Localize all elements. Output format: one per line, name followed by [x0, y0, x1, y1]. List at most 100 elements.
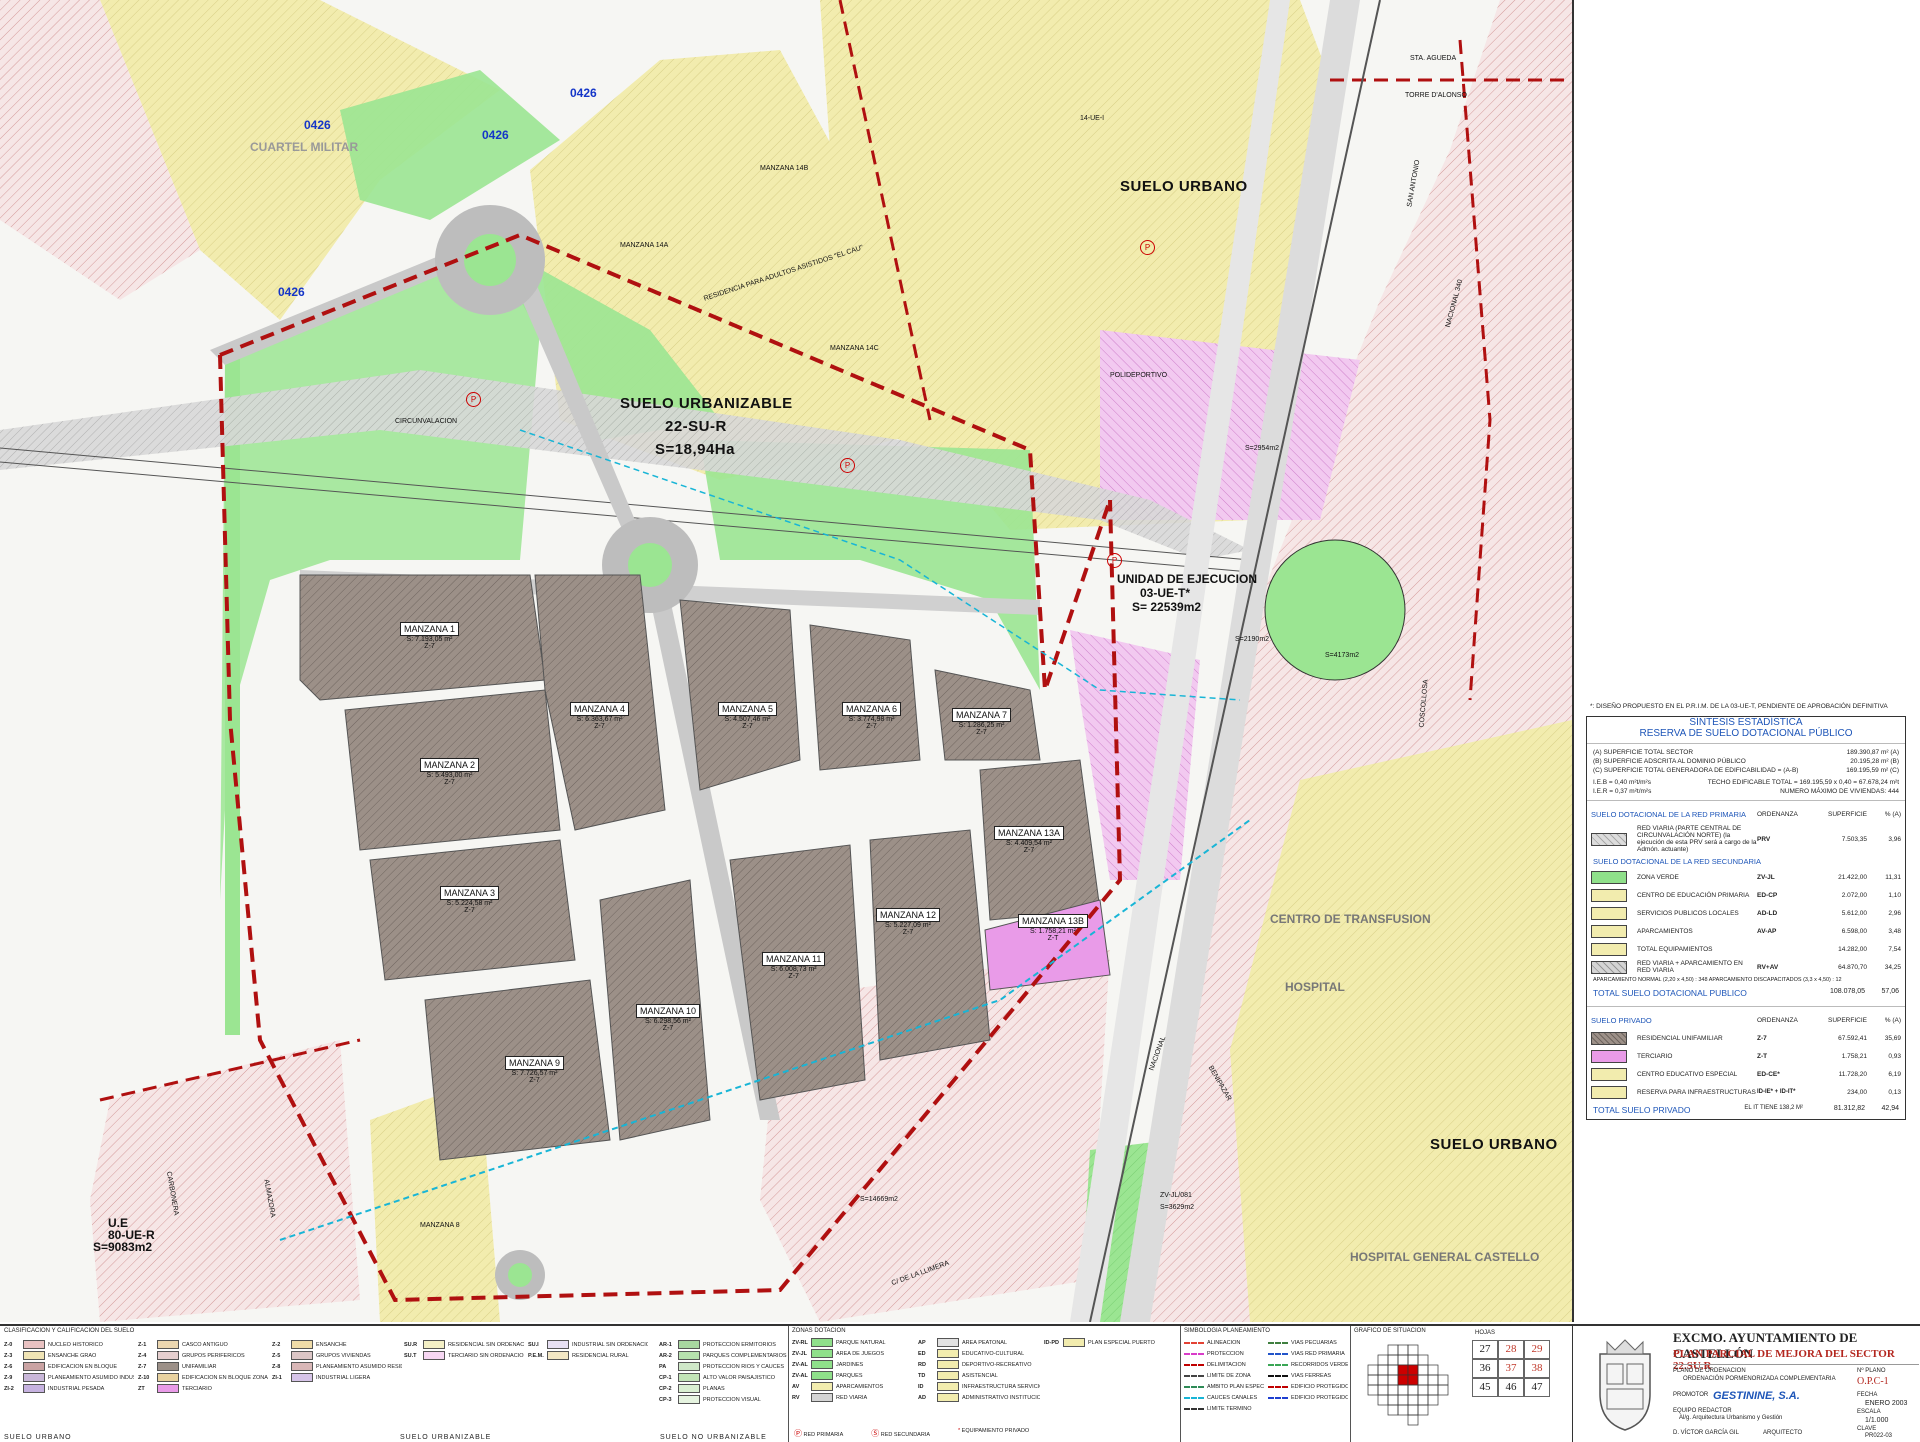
total-public-row: TOTAL SUELO DOTACIONAL PUBLICO 108.078,0… — [1587, 984, 1905, 1002]
row-code: RV+AV — [1757, 963, 1779, 971]
legend-code: AD — [918, 1394, 926, 1401]
manzana-10[interactable]: MANZANA 10 S: 6.298,56 m² Z-7 — [636, 1004, 701, 1032]
manzana-9[interactable]: MANZANA 9 S: 7.726,57 m² Z-7 — [505, 1056, 565, 1084]
manzana-11[interactable]: MANZANA 11 S: 6.008,73 m² Z-7 — [762, 952, 826, 980]
hoja-cell[interactable]: 47 — [1524, 1378, 1550, 1397]
equipo-value: Al/g. Arquitectura Urbanismo y Gestión — [1679, 1415, 1783, 1421]
row-value: 1.758,21 — [1841, 1052, 1867, 1060]
manzana-13a-zone: Z-7 — [1023, 847, 1035, 854]
legend-swatch — [811, 1393, 833, 1402]
row-pct: 34,25 — [1884, 963, 1901, 971]
manzana-7[interactable]: MANZANA 7 S: 1.286,25 m² Z-7 — [952, 708, 1012, 736]
manzana-4-area: S: 6.363,67 m² — [576, 716, 623, 723]
legend-swatch — [157, 1340, 179, 1349]
swatch-servicios — [1591, 906, 1627, 920]
label-manzana-14a: MANZANA 14A — [620, 242, 669, 249]
legend-code: ZI-2 — [4, 1385, 14, 1392]
manzana-13a[interactable]: MANZANA 13A S: 4.409,54 m² Z-7 — [994, 826, 1065, 854]
label-sector-area: S=18,94Ha — [655, 441, 735, 458]
legend-code: AP — [918, 1339, 926, 1346]
row-value: 11.728,20 — [1838, 1070, 1867, 1078]
summary-value: 189.390,87 m² (A) — [1846, 749, 1899, 756]
legend-label: EDIFICACION EN BLOQUE ZONA TURISTICA — [182, 1374, 268, 1381]
manzana-13b-zone: Z-T — [1047, 935, 1059, 942]
protected-building-code[interactable]: 0426 — [278, 285, 305, 299]
manzana-1[interactable]: MANZANA 1 S: 7.193,05 m² Z-7 — [400, 622, 460, 650]
label-hospital: HOSPITAL — [1285, 980, 1345, 994]
legend-swatch — [937, 1371, 959, 1380]
legend-label: LIMITE DE ZONA — [1207, 1372, 1251, 1379]
legend-code: ZI-1 — [272, 1374, 282, 1381]
escala-label: ESCALA — [1857, 1409, 1881, 1415]
protected-building-code[interactable]: 0426 — [304, 118, 331, 132]
summary-row: (C) SUPERFICIE TOTAL GENERADORA DE EDIFI… — [1587, 766, 1905, 775]
manzana-3[interactable]: MANZANA 3 S: 5.224,58 m² Z-7 — [440, 886, 500, 914]
legend-cell: Z-6 EDIFICACION EN BLOQUE — [4, 1362, 134, 1371]
manzana-13b[interactable]: MANZANA 13B S: 1.758,21 m² Z-T — [1018, 914, 1089, 942]
manzana-2-area: S: 5.493,00 m² — [426, 772, 473, 779]
legend-cell: AD ADMINISTRATIVO INSTITUCIONAL — [918, 1393, 1040, 1402]
manzana-10-name: MANZANA 10 — [636, 1004, 701, 1018]
legend-label: PARQUE NATURAL — [836, 1339, 886, 1346]
label-cuartel-militar: CUARTEL MILITAR — [250, 140, 359, 154]
secondary-header: SUELO DOTACIONAL DE LA RED SECUNDARIA — [1593, 857, 1761, 866]
summary-label: (A) SUPERFICIE TOTAL SECTOR — [1593, 749, 1694, 756]
total-private-value: 81.312,82 — [1833, 1105, 1865, 1112]
plan-map[interactable]: SUELO URBANO SUELO URBANIZABLE 22-SU-R S… — [0, 0, 1574, 1322]
protected-building-code[interactable]: 0426 — [570, 86, 597, 100]
protected-building-code[interactable]: 0426 — [482, 128, 509, 142]
legend-label: AREA PEATONAL — [962, 1339, 1008, 1346]
private-header: SUELO PRIVADO — [1591, 1015, 1652, 1025]
label-sta-agueda: STA. AGUEDA — [1410, 55, 1457, 62]
total-private-row: TOTAL SUELO PRIVADO EL IT TIENE 138,2 M²… — [1587, 1101, 1905, 1119]
situation-legend: GRAFICO DE SITUACION HOJAS 27 28 29 36 37 38 4… — [1350, 1326, 1573, 1442]
urbanizable-legend-grid: SU.R RESIDENCIAL SIN ORDENACION PORMENORI… — [400, 1338, 652, 1362]
manzana-5[interactable]: MANZANA 5 S: 4.507,46 m² Z-7 — [718, 702, 778, 730]
manzana-9-area: S: 7.726,57 m² — [511, 1070, 558, 1077]
legend-cell: EDIFICIO PROTEGIDO - C.S.D.C. — [1268, 1393, 1348, 1402]
legend-cell: ALINEACION — [1184, 1338, 1264, 1347]
hoja-cell[interactable]: 37 — [1498, 1359, 1524, 1378]
legend-label: VIAS RED PRIMARIA — [1291, 1350, 1345, 1357]
hoja-cell[interactable]: 38 — [1524, 1359, 1550, 1378]
legend-code: AV — [792, 1383, 800, 1390]
manzana-2[interactable]: MANZANA 2 S: 5.493,00 m² Z-7 — [420, 758, 480, 786]
row-value: 234,00 — [1847, 1088, 1867, 1096]
hoja-cell[interactable]: 46 — [1498, 1378, 1524, 1397]
hoja-cell[interactable]: 28 — [1498, 1340, 1524, 1359]
legend-swatch — [291, 1373, 313, 1382]
legend-swatch — [547, 1340, 569, 1349]
legend-label: INDUSTRIAL PESADA — [48, 1385, 105, 1392]
synthesis-table: SÍNTESIS ESTADÍSTICA RESERVA DE SUELO DO… — [1586, 716, 1906, 1120]
legend-label: JARDINES — [836, 1361, 864, 1368]
row-code: ID-IE* + ID-IT* — [1757, 1089, 1796, 1095]
legend-swatch — [547, 1351, 569, 1360]
clave-label: CLAVE — [1857, 1426, 1877, 1432]
bottom-legend: CLASIFICACION Y CALIFICACION DEL SUELO Z… — [0, 1324, 1920, 1442]
hoja-cell[interactable]: 36 — [1472, 1359, 1498, 1378]
label-manzana-14c: MANZANA 14C — [830, 345, 879, 352]
legend-cell: TD ASISTENCIAL — [918, 1371, 1040, 1380]
index-value: TECHO EDIFICABLE TOTAL = 169.195,59 x 0,… — [1707, 779, 1899, 786]
manzana-12[interactable]: MANZANA 12 S: 5.227,09 m² Z-7 — [876, 908, 941, 936]
label-suelo-urbano-south: SUELO URBANO — [1430, 1136, 1558, 1153]
hoja-cell[interactable]: 27 — [1472, 1340, 1498, 1359]
map-drawing — [0, 0, 1572, 1322]
manzana-4[interactable]: MANZANA 4 S: 6.363,67 m² Z-7 — [570, 702, 630, 730]
label-area-roundabout: S=4173m2 — [1325, 652, 1360, 659]
manzana-6[interactable]: MANZANA 6 S: 3.774,98 m² Z-7 — [842, 702, 902, 730]
legend-label: GRUPOS VIVIENDAS — [316, 1352, 371, 1359]
legend-swatch — [678, 1351, 700, 1360]
legend-row: TERCIARIO Z-T 1.758,21 0,93 — [1587, 1047, 1905, 1065]
swatch-red-viaria — [1591, 832, 1627, 846]
hoja-cell[interactable]: 29 — [1524, 1340, 1550, 1359]
hoja-cell[interactable]: 45 — [1472, 1378, 1498, 1397]
plano-label: PLANO DE ORDENACION — [1673, 1368, 1746, 1374]
row-value: 7.503,35 — [1841, 835, 1867, 843]
red-secundaria-label: RED SECUNDARIA — [880, 1432, 930, 1438]
legend-code: Z-0 — [4, 1341, 13, 1348]
row-code: Z-T — [1757, 1052, 1768, 1060]
red-primaria-label: RED PRIMARIA — [803, 1432, 844, 1438]
legend-label: PARQUES — [836, 1372, 863, 1379]
legend-code: CP-1 — [659, 1374, 672, 1381]
